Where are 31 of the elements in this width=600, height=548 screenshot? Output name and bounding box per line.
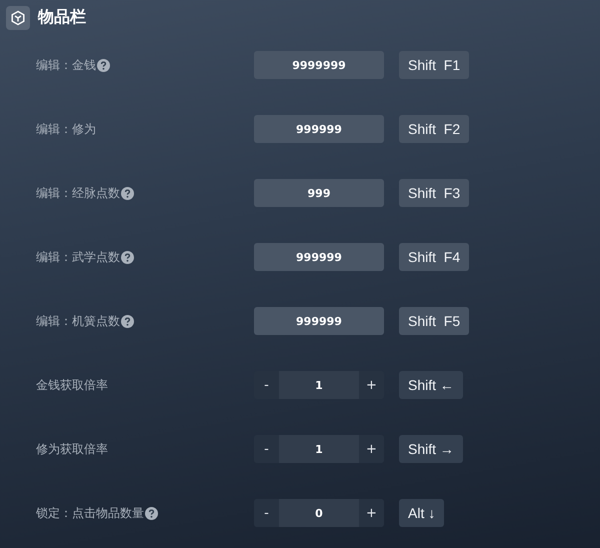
- value-field[interactable]: 999999: [254, 115, 384, 143]
- panel-title: 物品栏: [38, 7, 86, 28]
- setting-label: 锁定：点击物品数量: [36, 504, 144, 522]
- help-icon[interactable]: [121, 250, 134, 264]
- value-field[interactable]: 999: [254, 179, 384, 207]
- setting-label: 修为获取倍率: [36, 440, 108, 458]
- value-field[interactable]: 999999: [254, 243, 384, 271]
- hotkey-button[interactable]: Shift →: [399, 435, 463, 463]
- setting-label: 编辑：机簧点数: [36, 312, 120, 330]
- hotkey-button[interactable]: Shift ←: [399, 371, 463, 399]
- value-display: 1: [279, 371, 359, 399]
- cube-icon: [6, 6, 30, 30]
- setting-label: 编辑：经脉点数: [36, 184, 120, 202]
- hotkey-button[interactable]: Shift F3: [399, 179, 470, 207]
- hotkey-button[interactable]: Shift F5: [399, 307, 470, 335]
- value-display: 1: [279, 435, 359, 463]
- hotkey-button[interactable]: Alt ↓: [399, 499, 444, 527]
- help-icon[interactable]: [145, 506, 158, 520]
- value-display: 0: [279, 499, 359, 527]
- help-icon[interactable]: [121, 314, 134, 328]
- help-icon[interactable]: [97, 58, 110, 72]
- help-icon[interactable]: [121, 186, 134, 200]
- value-field[interactable]: 999999: [254, 307, 384, 335]
- hotkey-button[interactable]: Shift F1: [399, 51, 470, 79]
- setting-label: 编辑：金钱: [36, 56, 96, 74]
- setting-label: 金钱获取倍率: [36, 376, 108, 394]
- value-field[interactable]: 9999999: [254, 51, 384, 79]
- setting-label: 编辑：修为: [36, 120, 96, 138]
- setting-label: 编辑：武学点数: [36, 248, 120, 266]
- hotkey-button[interactable]: Shift F4: [399, 243, 470, 271]
- hotkey-button[interactable]: Shift F2: [399, 115, 470, 143]
